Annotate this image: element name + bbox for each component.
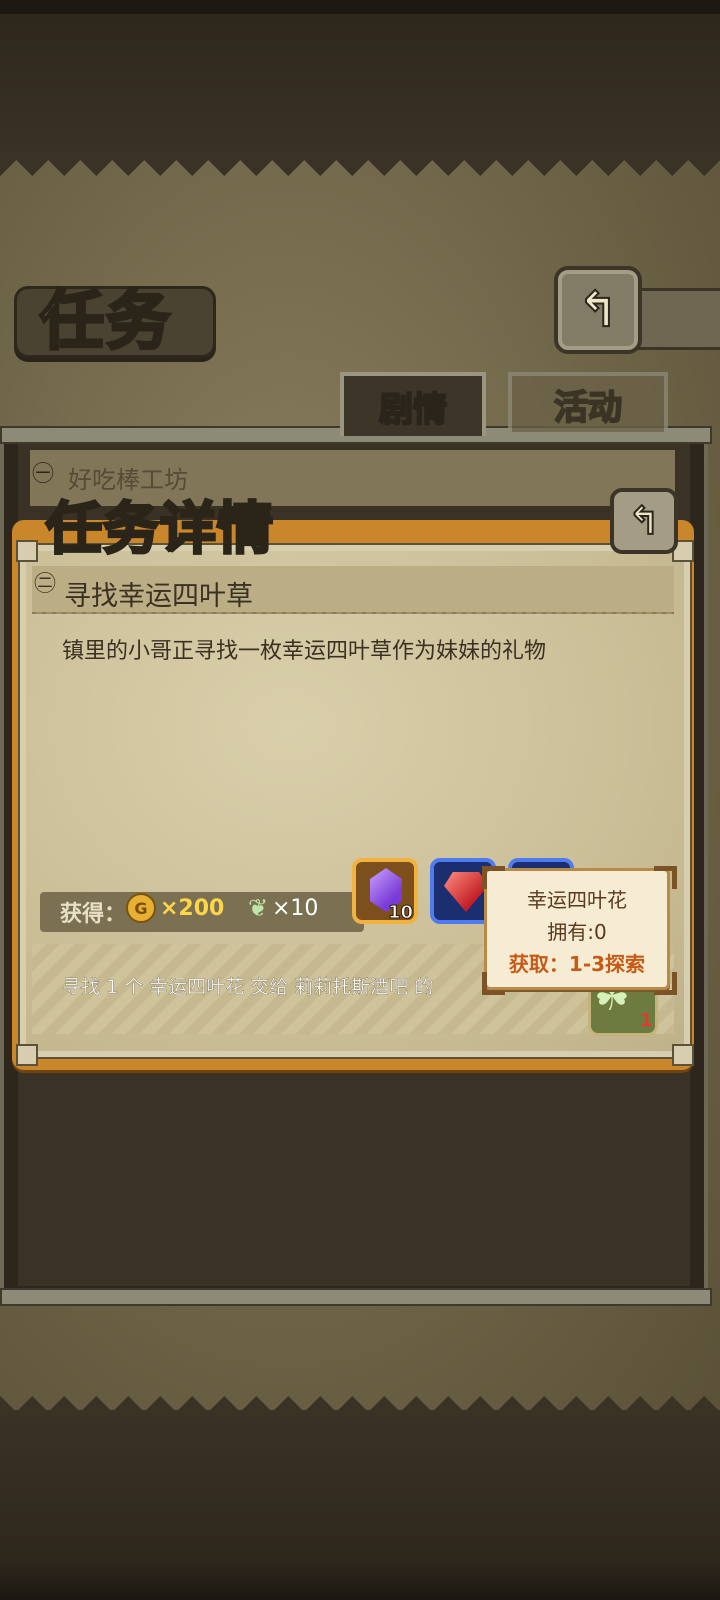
frame-post <box>16 540 38 562</box>
reward-label: 获得： <box>60 902 127 927</box>
quest-name: 寻找幸运四叶草 <box>64 581 253 612</box>
gold-amount: ×200 <box>160 896 225 921</box>
frame-post <box>16 1044 38 1066</box>
tab-plot-label: 剧情 <box>378 389 448 431</box>
frame-rail-bottom <box>0 1288 712 1306</box>
frame-post <box>672 1044 694 1066</box>
bottom-background <box>0 1410 720 1600</box>
quest-type-icon: ㊁ <box>34 572 57 597</box>
feather-amount: ×10 <box>272 896 319 921</box>
feather-icon: ❦ <box>248 894 269 922</box>
back-button[interactable]: ↰ <box>554 266 642 354</box>
tab-event[interactable]: 活动 <box>508 372 668 432</box>
page-title: 任务 <box>39 283 172 361</box>
tab-event-label: 活动 <box>553 387 623 429</box>
map-edge-bottom <box>0 1380 720 1412</box>
detail-title: 任务详情 <box>45 495 275 564</box>
back-button-bar <box>630 288 720 350</box>
tooltip-source: 获取：1-3探索 <box>508 952 646 976</box>
objective-text: 寻找 1 个 幸运四叶花 交给 莉莉托斯酒吧 的 <box>62 976 434 998</box>
back-arrow-icon: ↰ <box>577 281 619 339</box>
gold-coin-icon: G <box>126 893 156 923</box>
map-edge-top <box>0 160 720 192</box>
required-item-count: 1 <box>640 1010 653 1031</box>
divider <box>36 612 672 614</box>
detail-back-button[interactable]: ↰ <box>610 488 678 554</box>
quest-description: 镇里的小哥正寻找一枚幸运四叶草作为妹妹的礼物 <box>62 639 547 664</box>
back-arrow-icon: ↰ <box>627 498 661 544</box>
tooltip-item-name: 幸运四叶花 <box>527 888 627 912</box>
top-background <box>0 0 720 160</box>
tooltip-owned: 拥有:0 <box>547 920 607 944</box>
tab-plot[interactable]: 剧情 <box>340 372 486 436</box>
reward-item-count: 10 <box>387 902 414 924</box>
